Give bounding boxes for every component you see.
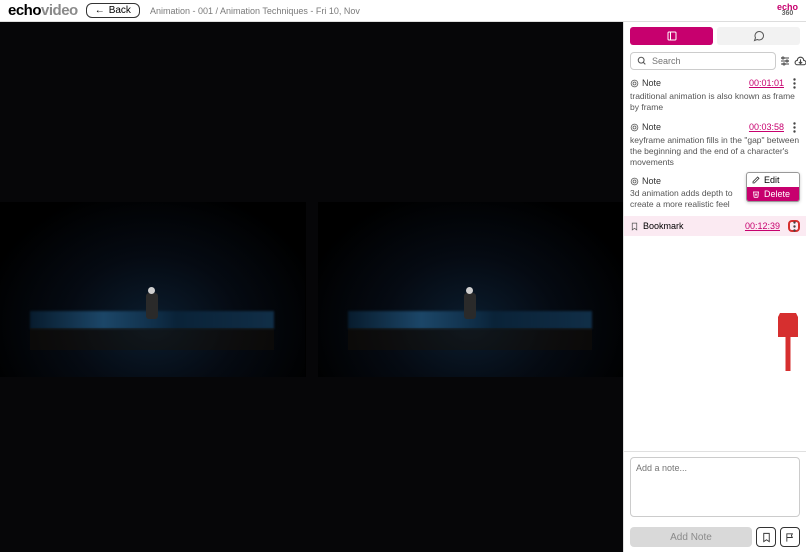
context-menu: Edit Delete bbox=[746, 172, 800, 202]
logo-echo: echo bbox=[8, 2, 41, 19]
search-icon bbox=[637, 56, 647, 66]
tab-discussion[interactable] bbox=[717, 27, 800, 45]
add-flag-button[interactable] bbox=[780, 527, 800, 547]
brand-badge: echo 360 bbox=[777, 3, 798, 17]
main: Note 00:01:01 traditional animation is a… bbox=[0, 22, 806, 552]
add-note-button[interactable]: Add Note bbox=[630, 527, 752, 547]
video-frame-left[interactable] bbox=[0, 202, 306, 377]
tab-notes[interactable] bbox=[630, 27, 713, 45]
note-item: Note 00:03:58 keyframe animation fills i… bbox=[624, 119, 806, 174]
add-bookmark-button[interactable] bbox=[756, 527, 776, 547]
sliders-icon bbox=[779, 55, 791, 67]
note-item: Note 00:01:01 traditional animation is a… bbox=[624, 75, 806, 119]
notes-list: Note 00:01:01 traditional animation is a… bbox=[624, 73, 806, 451]
back-button[interactable]: ← Back bbox=[86, 3, 140, 18]
search-input[interactable] bbox=[652, 56, 769, 66]
search-box[interactable] bbox=[630, 52, 776, 70]
search-row bbox=[624, 49, 806, 73]
bookmark-menu-button[interactable] bbox=[788, 220, 800, 232]
flag-icon bbox=[785, 532, 796, 543]
filter-button[interactable] bbox=[779, 54, 791, 68]
pencil-icon bbox=[752, 176, 760, 184]
note-menu-button[interactable] bbox=[788, 77, 800, 89]
logo: echovideo bbox=[8, 2, 78, 19]
note-timestamp[interactable]: 00:01:01 bbox=[749, 78, 784, 88]
note-kind: Note bbox=[630, 176, 661, 186]
logo-video: video bbox=[41, 2, 78, 19]
note-timestamp[interactable]: 00:03:58 bbox=[749, 122, 784, 132]
side-panel: Note 00:01:01 traditional animation is a… bbox=[623, 22, 806, 552]
app-header: echovideo ← Back Animation - 001 / Anima… bbox=[0, 0, 806, 22]
kebab-icon bbox=[793, 122, 796, 133]
side-footer: Add Note bbox=[624, 451, 806, 552]
bookmark-timestamp[interactable]: 00:12:39 bbox=[745, 221, 780, 231]
target-icon bbox=[630, 123, 639, 132]
cloud-download-icon bbox=[794, 55, 806, 68]
bookmark-item: Bookmark 00:12:39 bbox=[624, 216, 806, 236]
video-area bbox=[0, 22, 623, 552]
side-tabs bbox=[624, 22, 806, 49]
breadcrumb: Animation - 001 / Animation Techniques -… bbox=[150, 6, 360, 16]
target-icon bbox=[630, 177, 639, 186]
note-kind: Note bbox=[630, 78, 661, 88]
add-note-input[interactable] bbox=[630, 457, 800, 517]
note-body: keyframe animation fills in the "gap" be… bbox=[630, 135, 800, 168]
note-menu-button[interactable] bbox=[788, 121, 800, 133]
back-label: Back bbox=[109, 5, 131, 16]
bookmark-icon bbox=[630, 222, 639, 231]
chat-icon bbox=[753, 30, 765, 42]
menu-delete[interactable]: Delete bbox=[747, 187, 799, 201]
kebab-icon bbox=[793, 221, 796, 232]
note-stack-icon bbox=[666, 30, 678, 42]
kebab-icon bbox=[793, 78, 796, 89]
target-icon bbox=[630, 79, 639, 88]
video-frame-right[interactable] bbox=[318, 202, 624, 377]
callout-arrow-icon bbox=[778, 313, 798, 373]
note-kind: Note bbox=[630, 122, 661, 132]
download-button[interactable] bbox=[794, 54, 806, 68]
trash-icon bbox=[752, 190, 760, 198]
bookmark-icon bbox=[761, 532, 772, 543]
note-body: traditional animation is also known as f… bbox=[630, 91, 800, 113]
bookmark-kind: Bookmark bbox=[643, 221, 684, 231]
note-item: Note 0 3d animation adds depth to create… bbox=[624, 174, 806, 216]
arrow-left-icon: ← bbox=[95, 5, 105, 16]
menu-edit[interactable]: Edit bbox=[747, 173, 799, 187]
